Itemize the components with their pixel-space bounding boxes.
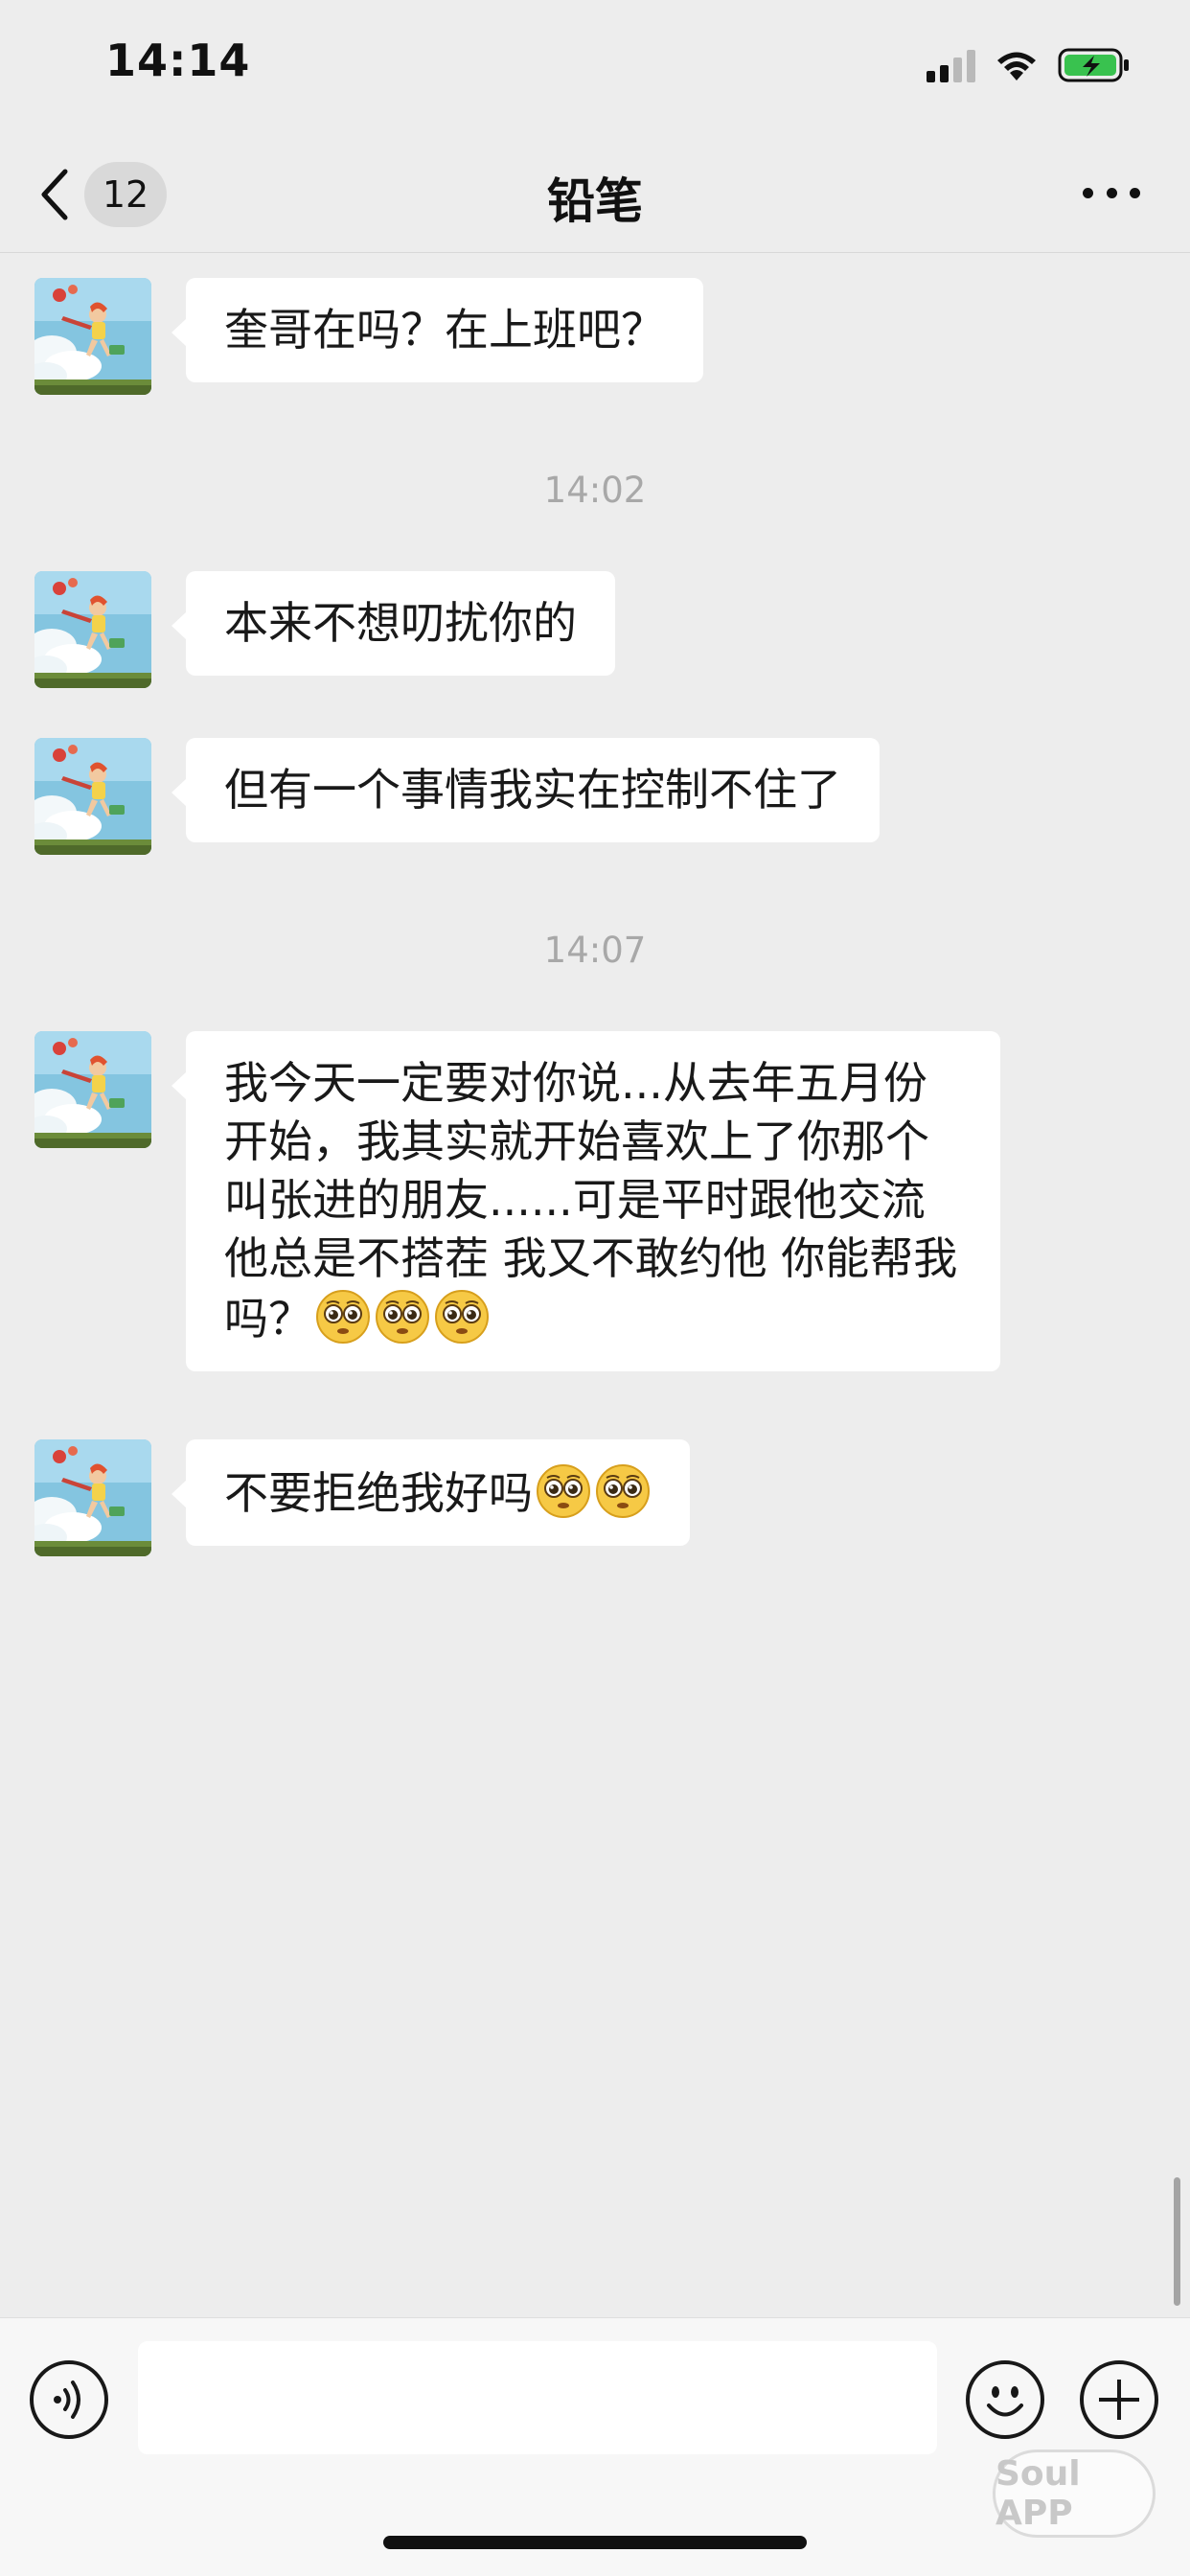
- timestamp-separator: 14:02: [543, 470, 647, 511]
- status-bar: 14:14: [0, 0, 1190, 134]
- pleading-face-icon: [433, 1288, 491, 1346]
- message-text: 奎哥在吗？在上班吧？: [224, 304, 665, 356]
- message-bubble[interactable]: 本来不想叨扰你的: [172, 571, 615, 676]
- battery-charging-icon: [1058, 47, 1131, 83]
- message-text: 本来不想叨扰你的: [224, 597, 577, 649]
- wifi-icon: [995, 48, 1039, 82]
- message-row: 本来不想叨扰你的: [34, 571, 615, 688]
- contact-avatar[interactable]: [34, 571, 151, 688]
- message-bubble[interactable]: 但有一个事情我实在控制不住了: [172, 738, 880, 842]
- message-text: 我今天一定要对你说...从去年五月份开始，我其实就开始喜欢上了你那个叫张进的朋友…: [224, 1057, 958, 1346]
- home-indicator[interactable]: [383, 2536, 807, 2549]
- pleading-face-icon: [535, 1462, 592, 1520]
- message-bubble[interactable]: 我今天一定要对你说...从去年五月份开始，我其实就开始喜欢上了你那个叫张进的朋友…: [172, 1031, 1000, 1371]
- status-time: 14:14: [105, 34, 251, 86]
- emoji-button[interactable]: [966, 2360, 1044, 2439]
- pleading-face-icon: [374, 1288, 431, 1346]
- contact-avatar[interactable]: [34, 278, 151, 395]
- message-row: 我今天一定要对你说...从去年五月份开始，我其实就开始喜欢上了你那个叫张进的朋友…: [34, 1031, 1000, 1371]
- smiley-icon: [987, 2386, 1023, 2417]
- message-input[interactable]: [138, 2341, 937, 2454]
- more-dot-icon: [1130, 187, 1140, 198]
- message-text: 不要拒绝我好吗: [224, 1467, 652, 1519]
- cellular-signal-icon: [927, 48, 975, 82]
- voice-icon: [54, 2380, 80, 2419]
- contact-avatar[interactable]: [34, 1439, 151, 1556]
- more-functions-button[interactable]: [1080, 2360, 1158, 2439]
- contact-avatar[interactable]: [34, 738, 151, 855]
- contact-avatar[interactable]: [34, 1031, 151, 1148]
- soul-app-watermark: Soul APP: [993, 2450, 1156, 2538]
- more-options-button[interactable]: [1083, 178, 1140, 207]
- chat-screen: 14:14 12 铅笔 奎哥在吗？在上班吧？ 14:02 本来不想叨扰你的 但有…: [0, 0, 1190, 2576]
- pleading-face-icon: [314, 1288, 372, 1346]
- status-icons: [927, 44, 1131, 86]
- more-dot-icon: [1106, 187, 1117, 198]
- nav-bar: 12 铅笔: [0, 134, 1190, 253]
- message-bubble[interactable]: 奎哥在吗？在上班吧？: [172, 278, 703, 382]
- chat-title: 铅笔: [547, 173, 643, 229]
- message-text: 但有一个事情我实在控制不住了: [224, 764, 841, 816]
- message-bubble[interactable]: 不要拒绝我好吗: [172, 1439, 690, 1546]
- message-row: 但有一个事情我实在控制不住了: [34, 738, 880, 855]
- message-row: 奎哥在吗？在上班吧？: [34, 278, 703, 395]
- pleading-face-icon: [594, 1462, 652, 1520]
- more-dot-icon: [1083, 187, 1093, 198]
- timestamp-separator: 14:07: [543, 930, 647, 971]
- message-row: 不要拒绝我好吗: [34, 1439, 690, 1556]
- scroll-indicator[interactable]: [1174, 2177, 1180, 2306]
- voice-input-button[interactable]: [30, 2360, 108, 2439]
